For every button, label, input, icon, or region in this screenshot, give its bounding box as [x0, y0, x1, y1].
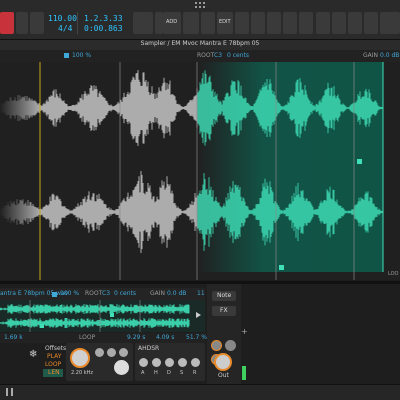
play-button[interactable] [201, 12, 215, 34]
layout-button-2[interactable] [332, 12, 346, 34]
delete-button[interactable] [299, 12, 313, 34]
adsr-letter-h: H [154, 370, 158, 376]
edit-button[interactable]: EDIT [217, 12, 233, 34]
device-val2[interactable]: 9.29 s [127, 335, 145, 341]
filter-knob-large[interactable] [70, 348, 90, 368]
adsr-knob-a[interactable] [139, 358, 148, 367]
time-signature-display[interactable]: 4/4 [58, 25, 72, 33]
effects-loop[interactable]: LOOP [45, 362, 61, 368]
adsr-knob-d[interactable] [165, 358, 174, 367]
mini-waveform-shape [0, 304, 190, 328]
mini-handle-1 [40, 324, 44, 328]
edit-label: EDIT [219, 19, 231, 25]
editor-root-note[interactable]: C3 [214, 53, 222, 59]
filter-knob-5[interactable] [114, 360, 129, 375]
settings-button[interactable] [16, 12, 28, 34]
loop-button[interactable] [133, 12, 153, 34]
fx-label: FX [220, 307, 228, 314]
device-loop-label: LOOP [79, 334, 96, 341]
adsr-letter-d: D [167, 370, 171, 376]
fx-button[interactable]: FX [212, 306, 236, 316]
punch-button[interactable] [155, 12, 163, 34]
paste-button[interactable] [283, 12, 297, 34]
filter-knob-4[interactable] [119, 348, 128, 357]
transport-divider [77, 12, 78, 34]
note-button[interactable]: Note [212, 291, 236, 301]
filter-knob-2[interactable] [95, 348, 104, 357]
strip-knob-1[interactable] [211, 340, 222, 351]
editor-root-label: ROOT [197, 52, 215, 59]
device-root-note[interactable]: C3 [102, 291, 110, 297]
device-speed[interactable]: 100 % [60, 291, 79, 297]
waveform-area[interactable] [0, 62, 400, 280]
effects-label: Offsets [45, 345, 67, 352]
menu-dots-icon[interactable] [195, 2, 205, 8]
device-freq1[interactable]: 1.69 k [4, 335, 23, 341]
end-handle [279, 265, 284, 270]
adsr-label: AHDSR [138, 345, 160, 352]
add-button[interactable]: ADD [163, 12, 181, 34]
copy-button[interactable] [267, 12, 281, 34]
device-sample-name[interactable]: antra E 78bpm 05.wav [0, 291, 68, 297]
out-label: Out [218, 372, 229, 379]
redo-button[interactable] [251, 12, 265, 34]
tempo-display[interactable]: 110.00 [48, 15, 77, 23]
adsr-letter-r: R [193, 370, 197, 376]
waveform-svg [0, 62, 384, 280]
gain-handle [357, 159, 362, 164]
note-label: Note [217, 292, 232, 299]
effects-len: LEN [48, 369, 60, 376]
layout-button-5[interactable] [380, 12, 400, 34]
out-knob[interactable] [214, 353, 232, 371]
device-pct[interactable]: 51.7 % [186, 335, 207, 341]
stop-button[interactable] [183, 12, 199, 34]
mini-play-icon[interactable] [196, 312, 201, 318]
undo-button[interactable] [235, 12, 249, 34]
effects-play[interactable]: PLAY [47, 354, 61, 360]
device-gain-value[interactable]: 0.0 dB [167, 291, 186, 297]
panel-toggle-icon[interactable] [6, 388, 13, 396]
device-val3[interactable]: 4.09 s [156, 335, 174, 341]
device-speed-icon [52, 292, 57, 297]
snowflake-icon[interactable]: ❄ [29, 350, 37, 360]
adsr-knob-h[interactable] [152, 358, 161, 367]
device-gain-label: GAIN [150, 290, 166, 297]
add-device-icon[interactable]: + [241, 328, 248, 336]
adsr-knob-r[interactable] [191, 358, 200, 367]
device-root-cents[interactable]: 0 cents [114, 291, 136, 297]
add-label: ADD [166, 19, 178, 25]
editor-root-cents[interactable]: 0 cents [227, 53, 249, 59]
filter-knob-3[interactable] [107, 348, 116, 357]
mini-handle-2 [110, 313, 114, 317]
position-bars-display[interactable]: 1.2.3.33 [84, 15, 123, 23]
device-top-right-value: 11 [197, 290, 205, 297]
level-meter [242, 366, 246, 380]
device-root-label: ROOT [85, 290, 103, 297]
mini-waveform[interactable] [0, 300, 205, 332]
adsr-knob-s[interactable] [178, 358, 187, 367]
record-button[interactable] [0, 12, 14, 34]
filter-value[interactable]: 2.20 kHz [71, 371, 93, 376]
editor-title: Sampler / EM Mvoc Mantra E 78bpm 05 [140, 40, 260, 47]
adsr-letter-s: S [180, 370, 184, 376]
editor-corner-label: LOO [388, 271, 399, 277]
mini-waveform-svg [0, 300, 190, 332]
adsr-letter-a: A [141, 370, 145, 376]
position-time-display[interactable]: 0:00.863 [84, 25, 123, 33]
selection-region [198, 62, 383, 272]
layout-button-4[interactable] [364, 12, 378, 34]
editor-speed[interactable]: 100 % [72, 53, 91, 59]
strip-knob-2[interactable] [225, 340, 236, 351]
status-bar [0, 384, 400, 400]
fade-in-overlay [0, 62, 40, 280]
editor-gain-label: GAIN [363, 52, 379, 59]
layout-button-3[interactable] [348, 12, 362, 34]
layout-button-1[interactable] [316, 12, 330, 34]
metronome-button[interactable] [30, 12, 44, 34]
speed-icon [64, 53, 69, 58]
editor-gain-value[interactable]: 0.0 dB [380, 53, 399, 59]
